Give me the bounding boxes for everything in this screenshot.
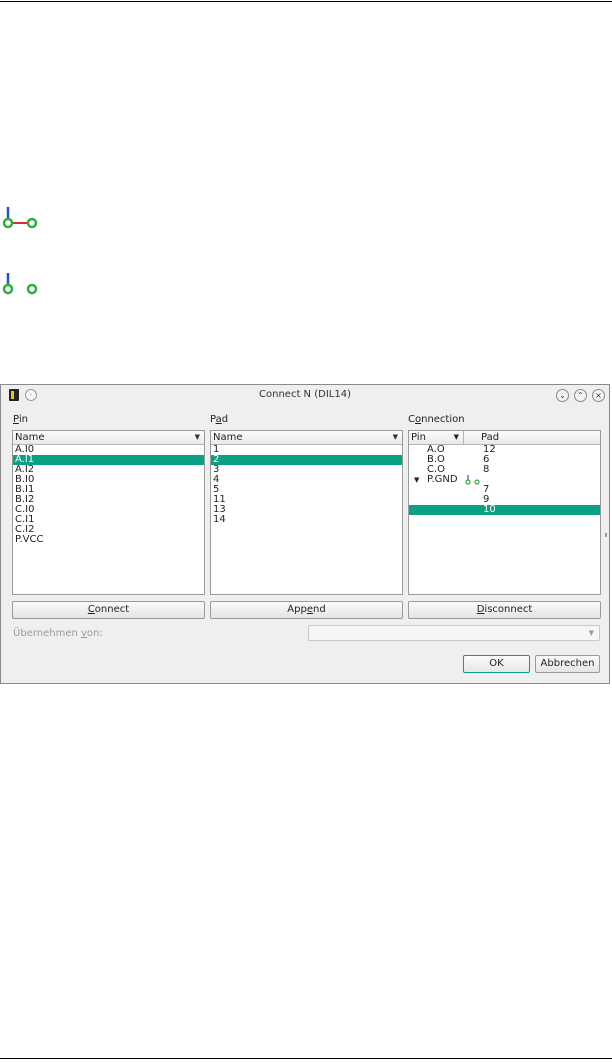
connect-dialog: · Connect N (DIL14) ⌄ ⌃ × Pin Pad Connec… <box>0 384 610 684</box>
connection-pin-column[interactable]: Pin ▼ <box>411 431 464 444</box>
take-from-combo[interactable]: ▼ <box>308 625 600 641</box>
list-item[interactable]: 14 <box>211 515 402 525</box>
list-item[interactable]: 2 <box>211 455 402 465</box>
list-item[interactable]: A.I2 <box>13 465 204 475</box>
window-title: Connect N (DIL14) <box>259 389 351 400</box>
tree-row-pad: 8 <box>483 464 490 475</box>
chevron-down-icon[interactable]: ▼ <box>454 431 459 444</box>
append-button[interactable]: Append <box>210 601 403 619</box>
maximize-icon[interactable]: ⌃ <box>574 389 587 402</box>
chevron-down-icon[interactable]: ▼ <box>195 431 200 444</box>
bottom-rule <box>0 1058 612 1059</box>
list-item[interactable]: P.VCC <box>13 535 204 545</box>
list-item[interactable]: 1 <box>211 445 402 455</box>
connection-pad-column[interactable]: Pad <box>481 431 499 444</box>
cancel-button[interactable]: Abbrechen <box>535 655 600 673</box>
minimize-icon[interactable]: ⌄ <box>556 389 569 402</box>
connection-tree-header[interactable]: Pin ▼ Pad <box>409 431 600 445</box>
tree-row[interactable]: ▼ P.GND <box>409 475 600 485</box>
list-item[interactable]: B.I0 <box>13 475 204 485</box>
pad-section-label: Pad <box>210 414 229 425</box>
title-bar[interactable]: · Connect N (DIL14) ⌄ ⌃ × <box>1 385 609 405</box>
pad-list[interactable]: Name ▼ 1 2 3 4 5 11 13 14 <box>210 430 403 595</box>
pin-section-label: Pin <box>13 414 28 425</box>
close-icon[interactable]: × <box>592 389 605 402</box>
list-item[interactable]: 11 <box>211 495 402 505</box>
chevron-down-icon[interactable]: ▼ <box>589 629 594 637</box>
pad-list-header[interactable]: Name ▼ <box>211 431 402 445</box>
connection-section-label: Connection <box>408 414 465 425</box>
chevron-down-icon[interactable]: ▼ <box>393 431 398 444</box>
tree-row[interactable]: 9 <box>409 495 600 505</box>
tree-row[interactable]: 7 <box>409 485 600 495</box>
tree-row-pad: 10 <box>483 504 496 515</box>
pin-list-header[interactable]: Name ▼ <box>13 431 204 445</box>
list-item[interactable]: 13 <box>211 505 402 515</box>
pin-list[interactable]: Name ▼ A.I0 A.I1 A.I2 B.I0 B.I1 B.I2 C.I0 C.I1 C.… <box>12 430 205 595</box>
list-item[interactable]: A.I0 <box>13 445 204 455</box>
list-item[interactable]: 4 <box>211 475 402 485</box>
list-item[interactable]: A.I1 <box>13 455 204 465</box>
disconnect-button[interactable]: Disconnect <box>408 601 601 619</box>
connect-button[interactable]: Connect <box>12 601 205 619</box>
ok-button[interactable]: OK <box>463 655 530 673</box>
take-from-label: Übernehmen von: <box>13 628 103 639</box>
connected-pad-icon <box>2 207 38 229</box>
connection-tree[interactable]: Pin ▼ Pad A.O 12 B.O 6 C.O 8 ▼ P.GND 7 9 10 <box>408 430 601 595</box>
expand-arrow-icon[interactable]: ▼ <box>414 475 419 485</box>
list-item[interactable]: 5 <box>211 485 402 495</box>
list-item[interactable]: 3 <box>211 465 402 475</box>
splitter-handle[interactable] <box>605 533 607 537</box>
list-item[interactable]: B.I1 <box>13 485 204 495</box>
top-rule <box>0 1 612 2</box>
unconnected-pad-icon <box>465 475 480 485</box>
tree-row-pin: P.GND <box>427 474 458 485</box>
list-item[interactable]: C.I0 <box>13 505 204 515</box>
tree-row[interactable]: 10 <box>409 505 600 515</box>
list-item[interactable]: B.I2 <box>13 495 204 505</box>
unconnected-pad-icon <box>2 273 38 295</box>
list-item[interactable]: C.I1 <box>13 515 204 525</box>
